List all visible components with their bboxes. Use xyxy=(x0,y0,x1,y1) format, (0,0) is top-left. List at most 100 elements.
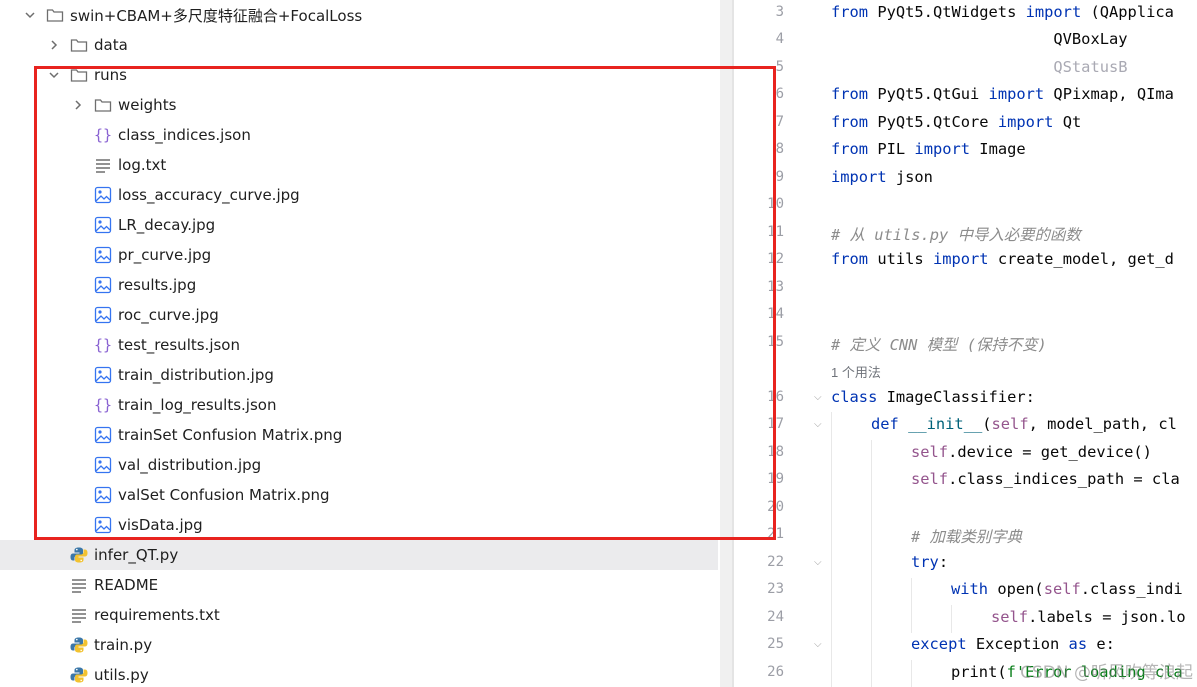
indent-guide xyxy=(951,605,952,633)
line-number: 11 xyxy=(767,224,784,240)
line-number: 5 xyxy=(775,59,784,75)
code-line: class ImageClassifier: xyxy=(831,388,1035,406)
line-number: 10 xyxy=(767,196,784,212)
tree-item-file-selected[interactable]: infer_QT.py xyxy=(0,540,718,570)
tree-item-label: README xyxy=(94,576,159,594)
image-file-icon xyxy=(94,276,112,294)
chevron-right-icon[interactable] xyxy=(48,39,60,51)
line-number: 6 xyxy=(775,86,784,102)
line-number: 22 xyxy=(767,554,784,570)
tree-item-file[interactable]: {} test_results.json xyxy=(0,330,718,360)
tree-item-file[interactable]: results.jpg xyxy=(0,270,718,300)
image-file-icon xyxy=(94,426,112,444)
line-number: 4 xyxy=(775,31,784,47)
tree-item-file[interactable]: utils.py xyxy=(0,660,718,687)
tree-item-label: train_distribution.jpg xyxy=(118,366,274,384)
line-number: 15 xyxy=(767,334,784,350)
image-file-icon xyxy=(94,486,112,504)
tree-item-file[interactable]: pr_curve.jpg xyxy=(0,240,718,270)
image-file-icon xyxy=(94,246,112,264)
chevron-right-icon[interactable] xyxy=(72,99,84,111)
tree-item-file[interactable]: visData.jpg xyxy=(0,510,718,540)
tree-item-file[interactable]: requirements.txt xyxy=(0,600,718,630)
folder-icon xyxy=(70,66,88,84)
tree-item-file[interactable]: valSet Confusion Matrix.png xyxy=(0,480,718,510)
tree-item-label: train_log_results.json xyxy=(118,396,277,414)
tree-item-file[interactable]: train.py xyxy=(0,630,718,660)
tree-item-file[interactable]: log.txt xyxy=(0,150,718,180)
tree-item-file[interactable]: {} class_indices.json xyxy=(0,120,718,150)
fold-marker-icon[interactable]: ⌵ xyxy=(814,419,822,430)
image-file-icon xyxy=(94,186,112,204)
json-file-icon: {} xyxy=(94,126,112,144)
line-number: 7 xyxy=(775,114,784,130)
tree-item-weights[interactable]: weights xyxy=(0,90,718,120)
text-file-icon xyxy=(70,576,88,594)
indent-guide xyxy=(911,660,912,687)
usage-hint[interactable]: 1 个用法 xyxy=(831,362,881,381)
tree-item-label: runs xyxy=(94,66,127,84)
tree-item-file[interactable]: trainSet Confusion Matrix.png xyxy=(0,420,718,450)
tree-item-label: LR_decay.jpg xyxy=(118,216,216,234)
line-number: 8 xyxy=(775,141,784,157)
code-editor[interactable]: 3 4 5 6 7 8 9 10 11 12 13 14 15 16 17 18… xyxy=(734,0,1197,687)
line-number: 16 xyxy=(767,389,784,405)
code-line: QStatusB xyxy=(831,58,1128,76)
indent-guide xyxy=(871,440,872,687)
tree-item-root[interactable]: swin+CBAM+多尺度特征融合+FocalLoss xyxy=(0,0,718,30)
tree-item-label: log.txt xyxy=(118,156,167,174)
json-file-icon: {} xyxy=(94,336,112,354)
chevron-down-icon[interactable] xyxy=(48,69,60,81)
watermark: CSDN @听风吹等浪起 xyxy=(1020,663,1193,683)
code-comment: # 从 utils.py 中导入必要的函数 xyxy=(831,226,1081,244)
line-number: 21 xyxy=(767,526,784,542)
folder-icon xyxy=(94,96,112,114)
fold-marker-icon[interactable]: ⌵ xyxy=(814,392,822,403)
code-comment: # 加载类别字典 xyxy=(911,528,1022,546)
python-file-icon xyxy=(70,666,88,684)
tree-item-file[interactable]: LR_decay.jpg xyxy=(0,210,718,240)
tree-item-file[interactable]: train_distribution.jpg xyxy=(0,360,718,390)
line-number: 25 xyxy=(767,636,784,652)
code-line: self.labels = json.lo xyxy=(991,608,1186,626)
python-file-icon xyxy=(70,546,88,564)
code-line: from utils import create_model, get_d xyxy=(831,250,1174,268)
code-line: def __init__(self, model_path, cl xyxy=(871,415,1177,433)
tree-item-file[interactable]: roc_curve.jpg xyxy=(0,300,718,330)
tree-item-label: weights xyxy=(118,96,177,114)
tree-item-label: pr_curve.jpg xyxy=(118,246,212,264)
fold-marker-icon[interactable]: ⌵ xyxy=(814,639,822,650)
text-file-icon xyxy=(94,156,112,174)
code-line: QVBoxLay xyxy=(831,30,1128,48)
code-line: self.class_indices_path = cla xyxy=(911,470,1180,488)
code-line: except Exception as e: xyxy=(911,635,1115,653)
tree-item-label: swin+CBAM+多尺度特征融合+FocalLoss xyxy=(70,6,363,25)
svg-text:{}: {} xyxy=(94,336,112,354)
code-line: import json xyxy=(831,168,933,186)
tree-item-label: roc_curve.jpg xyxy=(118,306,219,324)
svg-text:{}: {} xyxy=(94,396,112,414)
code-line: from PyQt5.QtCore import Qt xyxy=(831,113,1082,131)
line-number: 20 xyxy=(767,499,784,515)
folder-icon xyxy=(46,6,64,24)
fold-marker-icon[interactable]: ⌵ xyxy=(814,557,822,568)
tree-item-file[interactable]: README xyxy=(0,570,718,600)
line-number: 9 xyxy=(775,169,784,185)
tree-item-file[interactable]: {} train_log_results.json xyxy=(0,390,718,420)
python-file-icon xyxy=(70,636,88,654)
tree-item-runs[interactable]: runs xyxy=(0,60,718,90)
tree-item-file[interactable]: val_distribution.jpg xyxy=(0,450,718,480)
code-line: try: xyxy=(911,553,949,571)
image-file-icon xyxy=(94,366,112,384)
tree-item-label: loss_accuracy_curve.jpg xyxy=(118,186,300,204)
line-number: 24 xyxy=(767,609,784,625)
chevron-down-icon[interactable] xyxy=(24,9,36,21)
line-number: 14 xyxy=(767,306,784,322)
line-number: 26 xyxy=(767,664,784,680)
tree-item-file[interactable]: loss_accuracy_curve.jpg xyxy=(0,180,718,210)
tree-scrollbar[interactable] xyxy=(720,0,732,687)
tree-item-data[interactable]: data xyxy=(0,30,718,60)
json-file-icon: {} xyxy=(94,396,112,414)
line-number: 18 xyxy=(767,444,784,460)
tree-item-label: trainSet Confusion Matrix.png xyxy=(118,426,343,444)
